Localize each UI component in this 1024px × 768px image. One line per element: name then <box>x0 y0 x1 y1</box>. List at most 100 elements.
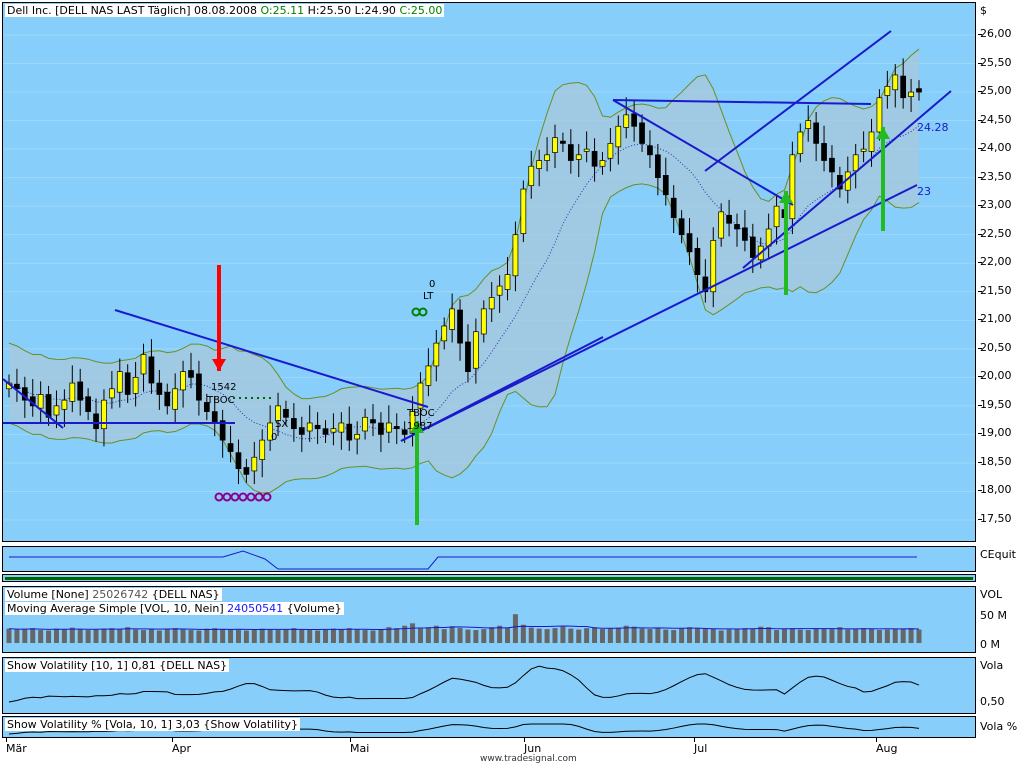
volume-bar <box>275 630 281 643</box>
volume-bar <box>354 629 360 643</box>
candle-body <box>235 452 242 469</box>
candle-body <box>552 137 558 153</box>
volume-bar <box>362 630 368 643</box>
volatility-panel[interactable]: Show Volatility [10, 1] 0,81 {DELL NAS} <box>2 657 976 714</box>
candle-body <box>449 308 455 330</box>
price-tick-label: 18,50 <box>980 454 1012 468</box>
legend-open: O:25.11 <box>260 4 305 17</box>
price-tick-mark <box>978 119 982 121</box>
candle-body <box>829 157 835 173</box>
candle-body <box>53 405 60 416</box>
footer-url: www.tradesignal.com <box>480 754 577 764</box>
candle-body <box>433 342 440 367</box>
price-chart-canvas[interactable]: 1542TBOCSX0TBOC19870LT24.2823 <box>3 3 976 542</box>
candle-body <box>560 140 566 144</box>
candle-body <box>694 248 701 275</box>
volume-bar <box>14 629 20 643</box>
volume-panel[interactable]: Volume [None] 25026742 {DELL NAS} Moving… <box>2 586 976 653</box>
candle-body <box>393 426 400 430</box>
candle-body <box>322 428 329 435</box>
candle-body <box>773 205 780 228</box>
candle-body <box>465 341 471 372</box>
volume-bar <box>251 629 257 643</box>
volume-bar <box>307 630 313 643</box>
candle-body <box>789 154 796 220</box>
month-tick <box>694 738 695 742</box>
pattern-marker <box>222 492 232 502</box>
price-tick-mark <box>978 376 982 378</box>
volume-bar <box>845 629 851 643</box>
price-tick-label: 19,00 <box>980 426 1012 440</box>
volume-bar <box>576 629 582 643</box>
pattern-marker <box>238 492 248 502</box>
pattern-marker <box>246 492 256 502</box>
price-tick-mark <box>978 404 982 406</box>
volatility-axis-tick: 0,50 <box>980 695 1005 708</box>
volume-bar <box>552 628 558 643</box>
volume-bar <box>299 629 305 643</box>
candle-body <box>496 285 503 296</box>
volume-bar <box>544 629 550 643</box>
cequity-axis-label: CEquit <box>980 548 1016 561</box>
price-tick-mark <box>978 91 982 93</box>
candle-body <box>567 144 574 161</box>
volume-ma-legend-source: {Volume} <box>286 602 342 615</box>
candle-body <box>868 131 875 152</box>
volatility-legend: Show Volatility [10, 1] 0,81 {DELL NAS} <box>5 659 230 672</box>
candle-body <box>148 356 155 384</box>
candle-body <box>164 391 171 407</box>
signal-strip-panel <box>2 574 976 582</box>
price-tick-label: 20,50 <box>980 340 1012 354</box>
price-chart-panel[interactable]: 1542 TBOC SX 0 TBOC 1987 0 LT 24.28 23 Dell Inc. … <box>2 2 976 542</box>
candle-body <box>821 143 827 161</box>
volatility-pct-axis-title: Vola % <box>980 720 1018 733</box>
price-tick-label: 23,00 <box>980 198 1012 212</box>
price-tick-mark <box>978 347 982 349</box>
month-tick <box>350 738 351 742</box>
volume-bar <box>433 625 439 643</box>
price-tick-mark <box>978 262 982 264</box>
candle-body <box>623 114 630 128</box>
candle-body <box>77 381 84 401</box>
candle-body <box>710 240 717 293</box>
volatility-pct-legend: Show Volatility % [Vola, 10, 1] 3,03 {Sh… <box>5 718 301 731</box>
price-tick-label: 25,00 <box>980 84 1012 98</box>
volume-bar <box>156 630 162 643</box>
volume-bar <box>425 627 431 643</box>
volume-bar <box>742 628 748 643</box>
candle-body <box>259 439 266 460</box>
volume-bar <box>125 627 131 643</box>
month-tick <box>876 738 877 742</box>
volume-legend: Volume [None] 25026742 {DELL NAS} <box>5 588 222 601</box>
volume-bar <box>196 630 202 643</box>
candle-body <box>338 422 345 433</box>
volatility-pct-panel[interactable]: Show Volatility % [Vola, 10, 1] 3,03 {Sh… <box>2 716 976 738</box>
price-tick-label: 20,00 <box>980 369 1012 383</box>
volume-bar <box>30 628 36 643</box>
volume-bar <box>457 628 463 643</box>
bollinger-band-fill <box>9 49 919 494</box>
candle-body <box>140 354 147 375</box>
volume-bar <box>180 629 186 643</box>
candle-body <box>639 122 645 144</box>
volume-bar <box>536 628 542 643</box>
price-tick-mark <box>978 290 982 292</box>
price-tick-mark <box>978 519 982 520</box>
candle-body <box>528 165 535 186</box>
volume-bar <box>813 628 819 643</box>
volume-bar <box>505 628 511 643</box>
candle-body <box>116 371 123 393</box>
pattern-marker <box>230 492 240 502</box>
volume-axis-title: VOL <box>980 588 1003 601</box>
volume-bar <box>797 629 803 643</box>
price-tick-mark <box>978 433 982 435</box>
cequity-panel[interactable] <box>2 546 976 572</box>
volume-bar <box>560 626 566 643</box>
volume-bar <box>315 630 321 643</box>
volume-bar <box>283 629 289 643</box>
candle-body <box>536 160 543 169</box>
candle-body <box>797 131 804 155</box>
month-label: Jul <box>694 742 708 755</box>
candle-body <box>876 97 883 133</box>
price-tick-mark <box>978 34 982 35</box>
